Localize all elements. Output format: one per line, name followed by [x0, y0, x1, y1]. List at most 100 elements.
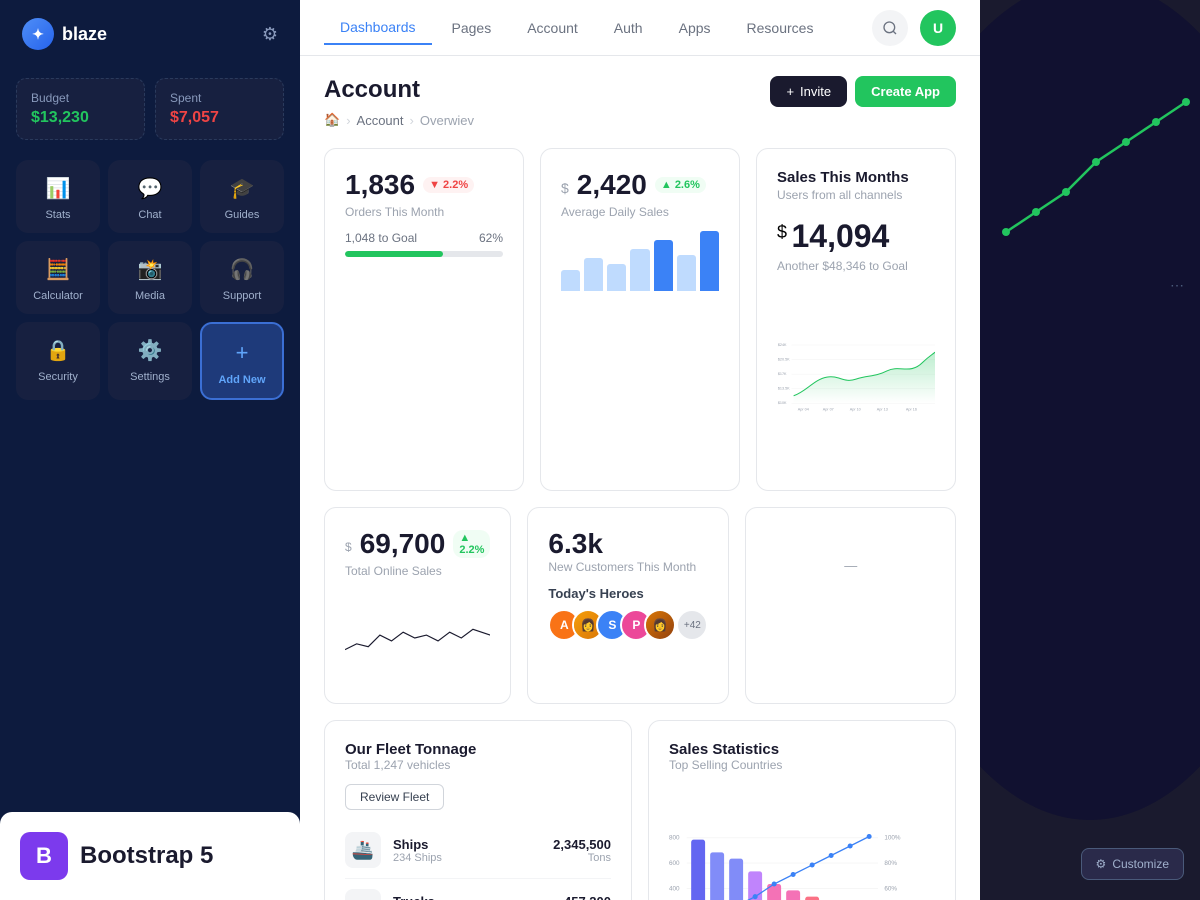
fleet-unit-ships: Tons — [553, 852, 611, 864]
guides-icon: 🎓 — [230, 176, 255, 201]
review-fleet-button[interactable]: Review Fleet — [345, 784, 444, 810]
add-new-icon: + — [236, 340, 249, 366]
page-title: Account — [324, 76, 474, 104]
daily-sales-value: 2,420 — [577, 169, 647, 201]
sales-this-month-card: Sales This Months Users from all channel… — [756, 148, 956, 491]
svg-text:$24K: $24K — [778, 343, 787, 347]
daily-sales-top: $ 2,420 ▲ 2.6% — [561, 169, 719, 201]
stats-label: Stats — [45, 209, 70, 221]
sales-value-area: $ 14,094 — [777, 218, 935, 255]
tab-apps[interactable]: Apps — [663, 11, 727, 45]
breadcrumb-account[interactable]: Account — [357, 113, 404, 128]
heroes-section: Today's Heroes A 👩 S P 👩 +42 — [548, 586, 708, 641]
budget-card: Budget $13,230 — [16, 78, 145, 140]
svg-text:600: 600 — [669, 860, 680, 867]
sidebar-item-stats[interactable]: 📊 Stats — [16, 160, 100, 233]
online-sales-badge: ▲ 2.2% — [453, 530, 490, 558]
online-sales-top: $ 69,700 ▲ 2.2% — [345, 528, 490, 560]
logo-icon: ✦ — [22, 18, 54, 50]
orders-badge: ▼ 2.2% — [423, 177, 474, 193]
fleet-value-trucks: 457,200 Tons — [564, 894, 611, 900]
settings-label: Settings — [130, 371, 170, 383]
sidebar: ✦ blaze ⚙ Budget $13,230 Spent $7,057 📊 … — [0, 0, 300, 900]
spent-value: $7,057 — [170, 109, 269, 127]
sales-month-sub: Users from all channels — [777, 188, 935, 202]
sales-stats-title: Sales Statistics — [669, 741, 935, 758]
sidebar-item-security[interactable]: 🔒 Security — [16, 322, 100, 400]
tab-resources[interactable]: Resources — [731, 11, 830, 45]
logo-text: blaze — [62, 24, 107, 45]
daily-sales-badge: ▲ 2.6% — [655, 177, 706, 193]
sales-month-title: Sales This Months — [777, 169, 935, 186]
fleet-row-trucks: 🚛 Trucks 1,460 Trucks 457,200 Tons — [345, 879, 611, 900]
support-icon: 🎧 — [230, 257, 255, 282]
logo-area: ✦ blaze — [22, 18, 107, 50]
heroes-label: Today's Heroes — [548, 586, 708, 601]
progress-fill — [345, 251, 443, 257]
security-label: Security — [38, 371, 78, 383]
tab-pages[interactable]: Pages — [436, 11, 508, 45]
right-panel-content: ⋯ — [996, 52, 1184, 294]
heroes-avatars: A 👩 S P 👩 +42 — [548, 609, 708, 641]
breadcrumb: 🏠 › Account › Overwiev — [324, 112, 474, 128]
progress-label: 1,048 to Goal 62% — [345, 231, 503, 245]
ships-icon: 🚢 — [345, 832, 381, 868]
spent-label: Spent — [170, 91, 269, 105]
main-content: Dashboards Pages Account Auth Apps Resou… — [300, 0, 980, 900]
breadcrumb-home[interactable]: 🏠 — [324, 112, 340, 128]
new-customers-card: 6.3k New Customers This Month Today's He… — [527, 507, 729, 704]
hero-count: +42 — [676, 609, 708, 641]
sidebar-item-chat[interactable]: 💬 Chat — [108, 160, 192, 233]
sidebar-item-support[interactable]: 🎧 Support — [200, 241, 284, 314]
progress-text: 1,048 to Goal — [345, 231, 417, 245]
bar7 — [700, 231, 719, 291]
invite-button[interactable]: + Invite — [770, 76, 847, 107]
customers-label: New Customers This Month — [548, 560, 708, 574]
bootstrap-text: Bootstrap 5 — [80, 842, 213, 870]
bar6 — [677, 255, 696, 291]
sidebar-item-calculator[interactable]: 🧮 Calculator — [16, 241, 100, 314]
right-panel: ⋯ ⋯ ⚙ Customize — [980, 0, 1200, 900]
customize-icon: ⚙ — [1096, 857, 1107, 871]
budget-label: Budget — [31, 91, 130, 105]
online-sales-label: Total Online Sales — [345, 564, 490, 578]
budget-cards: Budget $13,230 Spent $7,057 — [0, 68, 300, 160]
customize-button[interactable]: ⚙ Customize — [1081, 848, 1184, 880]
fleet-row-ships: 🚢 Ships 234 Ships 2,345,500 Tons — [345, 822, 611, 879]
menu-icon[interactable]: ⚙ — [262, 24, 278, 45]
orders-top: 1,836 ▼ 2.2% — [345, 169, 503, 201]
online-sales-prefix: $ — [345, 540, 352, 554]
svg-text:Apr 10: Apr 10 — [850, 407, 861, 411]
svg-text:400: 400 — [669, 885, 680, 892]
fleet-info-ships: Ships 234 Ships — [393, 837, 541, 864]
support-label: Support — [223, 290, 262, 302]
fleet-sub: Total 1,247 vehicles — [345, 758, 611, 772]
action-buttons: + Invite Create App — [770, 76, 956, 107]
svg-text:$17K: $17K — [778, 372, 787, 376]
user-avatar[interactable]: U — [920, 10, 956, 46]
sidebar-item-media[interactable]: 📸 Media — [108, 241, 192, 314]
sidebar-item-guides[interactable]: 🎓 Guides — [200, 160, 284, 233]
tab-account[interactable]: Account — [511, 11, 594, 45]
media-label: Media — [135, 290, 165, 302]
svg-text:Apr 16: Apr 16 — [906, 407, 917, 411]
create-app-button[interactable]: Create App — [855, 76, 956, 107]
search-button[interactable] — [872, 10, 908, 46]
top-nav: Dashboards Pages Account Auth Apps Resou… — [300, 0, 980, 56]
settings-icon: ⚙️ — [138, 338, 163, 363]
sales-stats-chart: 800 600 400 200 — [669, 784, 935, 900]
calculator-icon: 🧮 — [46, 257, 71, 282]
tab-auth[interactable]: Auth — [598, 11, 659, 45]
bottom-section: Our Fleet Tonnage Total 1,247 vehicles R… — [324, 720, 956, 900]
trucks-icon: 🚛 — [345, 889, 381, 900]
sidebar-item-settings[interactable]: ⚙️ Settings — [108, 322, 192, 400]
budget-value: $13,230 — [31, 109, 130, 127]
chat-icon: 💬 — [138, 176, 163, 201]
online-sales-value: 69,700 — [360, 528, 446, 560]
svg-text:800: 800 — [669, 835, 680, 842]
sales-stats-card: Sales Statistics Top Selling Countries 8… — [648, 720, 956, 900]
sidebar-item-add-new[interactable]: + Add New — [200, 322, 284, 400]
breadcrumb-sep1: › — [346, 113, 350, 128]
fleet-count-ships: 234 Ships — [393, 852, 541, 864]
tab-dashboards[interactable]: Dashboards — [324, 11, 432, 45]
